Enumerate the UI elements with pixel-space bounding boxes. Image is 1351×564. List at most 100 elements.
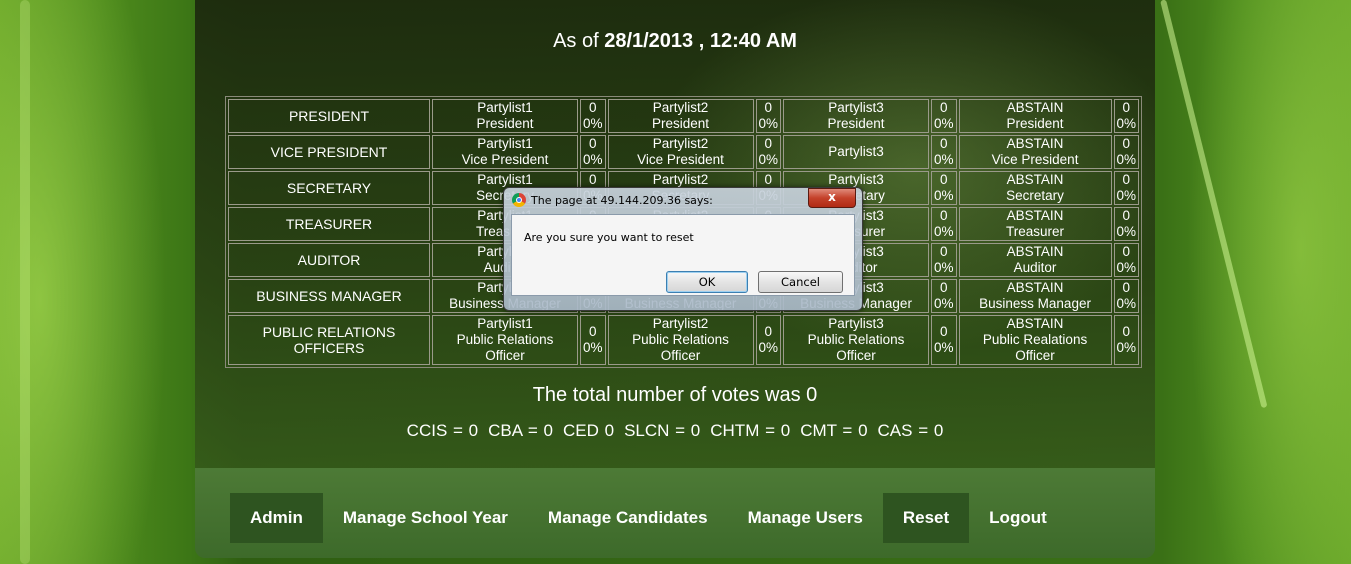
vote-count: 0 — [1122, 136, 1131, 151]
grass-blade — [20, 0, 30, 564]
vote-count-cell: 00% — [1113, 171, 1140, 205]
vote-percent: 0% — [934, 224, 954, 239]
close-button[interactable]: x — [808, 188, 856, 208]
vote-percent: 0% — [934, 296, 954, 311]
vote-count-cell: 00% — [931, 315, 957, 365]
vote-count-cell: 00% — [1113, 279, 1140, 313]
vote-count: 0 — [589, 100, 597, 115]
nav-admin[interactable]: Admin — [230, 493, 323, 543]
vote-count: 0 — [940, 100, 948, 115]
position-title: PRESIDENT — [228, 99, 430, 133]
vote-count: 0 — [1122, 100, 1131, 115]
candidate-cell: ABSTAIN Business Manager — [958, 279, 1112, 313]
vote-count-cell: 00% — [1113, 243, 1140, 277]
grass-blade — [1160, 0, 1268, 409]
vote-count: 0 — [764, 136, 773, 151]
vote-percent: 0% — [934, 116, 954, 131]
vote-percent: 0% — [934, 188, 954, 203]
position-title: SECRETARY — [228, 171, 430, 205]
results-timestamp: As of 28/1/2013 , 12:40 AM — [553, 30, 797, 52]
vote-count: 0 — [764, 100, 773, 115]
nav-manage-candidates[interactable]: Manage Candidates — [528, 493, 728, 543]
vote-count: 0 — [1122, 208, 1131, 223]
vote-count: 0 — [940, 280, 948, 295]
vote-percent: 0% — [1116, 152, 1137, 167]
vote-percent: 0% — [583, 116, 603, 131]
candidate-cell: Partylist1 President — [432, 99, 578, 133]
candidate-cell: ABSTAIN Treasurer — [958, 207, 1112, 241]
candidate-cell: ABSTAIN President — [958, 99, 1112, 133]
position-title: AUDITOR — [228, 243, 430, 277]
position-title: BUSINESS MANAGER — [228, 279, 430, 313]
vote-count: 0 — [764, 324, 773, 339]
position-row: PUBLIC RELATIONS OFFICERS Partylist1 Publ… — [228, 315, 1140, 365]
vote-count-cell: 00% — [931, 207, 957, 241]
vote-count-cell: 00% — [931, 99, 957, 133]
vote-percent: 0% — [583, 152, 603, 167]
nav-logout[interactable]: Logout — [969, 493, 1067, 543]
vote-count-cell: 00% — [580, 99, 606, 133]
candidate-cell: ABSTAIN Secretary — [958, 171, 1112, 205]
vote-count: 0 — [589, 136, 597, 151]
vote-count-cell: 00% — [931, 243, 957, 277]
vote-count-cell: 00% — [1113, 315, 1140, 365]
position-title: PUBLIC RELATIONS OFFICERS — [228, 315, 430, 365]
vote-percent: 0% — [758, 340, 779, 355]
college-vote-counts: CCIS = 0 CBA = 0 CED 0 SLCN = 0 CHTM = 0 CMT … — [195, 421, 1155, 441]
vote-count: 0 — [940, 136, 948, 151]
college-count: CHTM = 0 — [710, 421, 791, 440]
candidate-cell: Partylist3 Public Relations Officer — [783, 315, 930, 365]
dialog-title: The page at 49.144.209.36 says: — [531, 193, 713, 207]
close-icon: x — [828, 190, 836, 204]
candidate-cell: ABSTAIN Public Realations Officer — [958, 315, 1112, 365]
vote-count-cell: 00% — [931, 279, 957, 313]
vote-percent: 0% — [1116, 340, 1137, 355]
dialog-titlebar: The page at 49.144.209.36 says: — [512, 193, 713, 207]
candidate-cell: Partylist1 Vice President — [432, 135, 578, 169]
nav-reset[interactable]: Reset — [882, 493, 970, 543]
vote-count: 0 — [940, 208, 948, 223]
college-count: CMT = 0 — [800, 421, 868, 440]
ok-button[interactable]: OK — [666, 271, 748, 293]
candidate-cell: Partylist2 Vice President — [607, 135, 754, 169]
candidate-cell: Partylist3 President — [783, 99, 930, 133]
college-count: CAS = 0 — [877, 421, 944, 440]
vote-count-cell: 00% — [1113, 207, 1140, 241]
vote-percent: 0% — [1116, 116, 1137, 131]
vote-percent: 0% — [934, 340, 954, 355]
vote-count-cell: 00% — [755, 135, 782, 169]
vote-percent: 0% — [1116, 260, 1137, 275]
vote-percent: 0% — [758, 152, 779, 167]
vote-percent: 0% — [758, 116, 779, 131]
total-votes: The total number of votes was 0 — [532, 384, 818, 406]
position-row: VICE PRESIDENT Partylist1 Vice President 0… — [228, 135, 1140, 169]
vote-count: 0 — [1122, 280, 1131, 295]
vote-count: 0 — [1122, 244, 1131, 259]
dialog-body: Are you sure you want to reset OK Cancel — [511, 214, 855, 296]
main-nav: Admin Manage School Year Manage Candidates… — [195, 468, 1155, 558]
vote-count-cell: 00% — [931, 135, 957, 169]
nav-manage-school-year[interactable]: Manage School Year — [323, 493, 528, 543]
vote-percent: 0% — [934, 152, 954, 167]
college-count: SLCN = 0 — [624, 421, 701, 440]
vote-count-cell: 00% — [755, 315, 782, 365]
vote-count-cell: 00% — [755, 99, 782, 133]
vote-count: 0 — [940, 172, 948, 187]
college-count: CBA = 0 — [488, 421, 553, 440]
position-title: VICE PRESIDENT — [228, 135, 430, 169]
candidate-cell: ABSTAIN Vice President — [958, 135, 1112, 169]
vote-count-cell: 00% — [1113, 99, 1140, 133]
vote-percent: 0% — [934, 260, 954, 275]
cancel-button[interactable]: Cancel — [758, 271, 843, 293]
vote-count: 0 — [940, 324, 948, 339]
candidate-cell: ABSTAIN Auditor — [958, 243, 1112, 277]
position-title: TREASURER — [228, 207, 430, 241]
vote-count: 0 — [1122, 324, 1131, 339]
nav-manage-users[interactable]: Manage Users — [728, 493, 883, 543]
vote-count: 0 — [940, 244, 948, 259]
college-count: CCIS = 0 — [406, 421, 479, 440]
vote-count: 0 — [589, 172, 597, 187]
candidate-cell: Partylist2 Public Relations Officer — [607, 315, 754, 365]
candidate-cell: Partylist2 President — [607, 99, 754, 133]
vote-count-cell: 00% — [931, 171, 957, 205]
